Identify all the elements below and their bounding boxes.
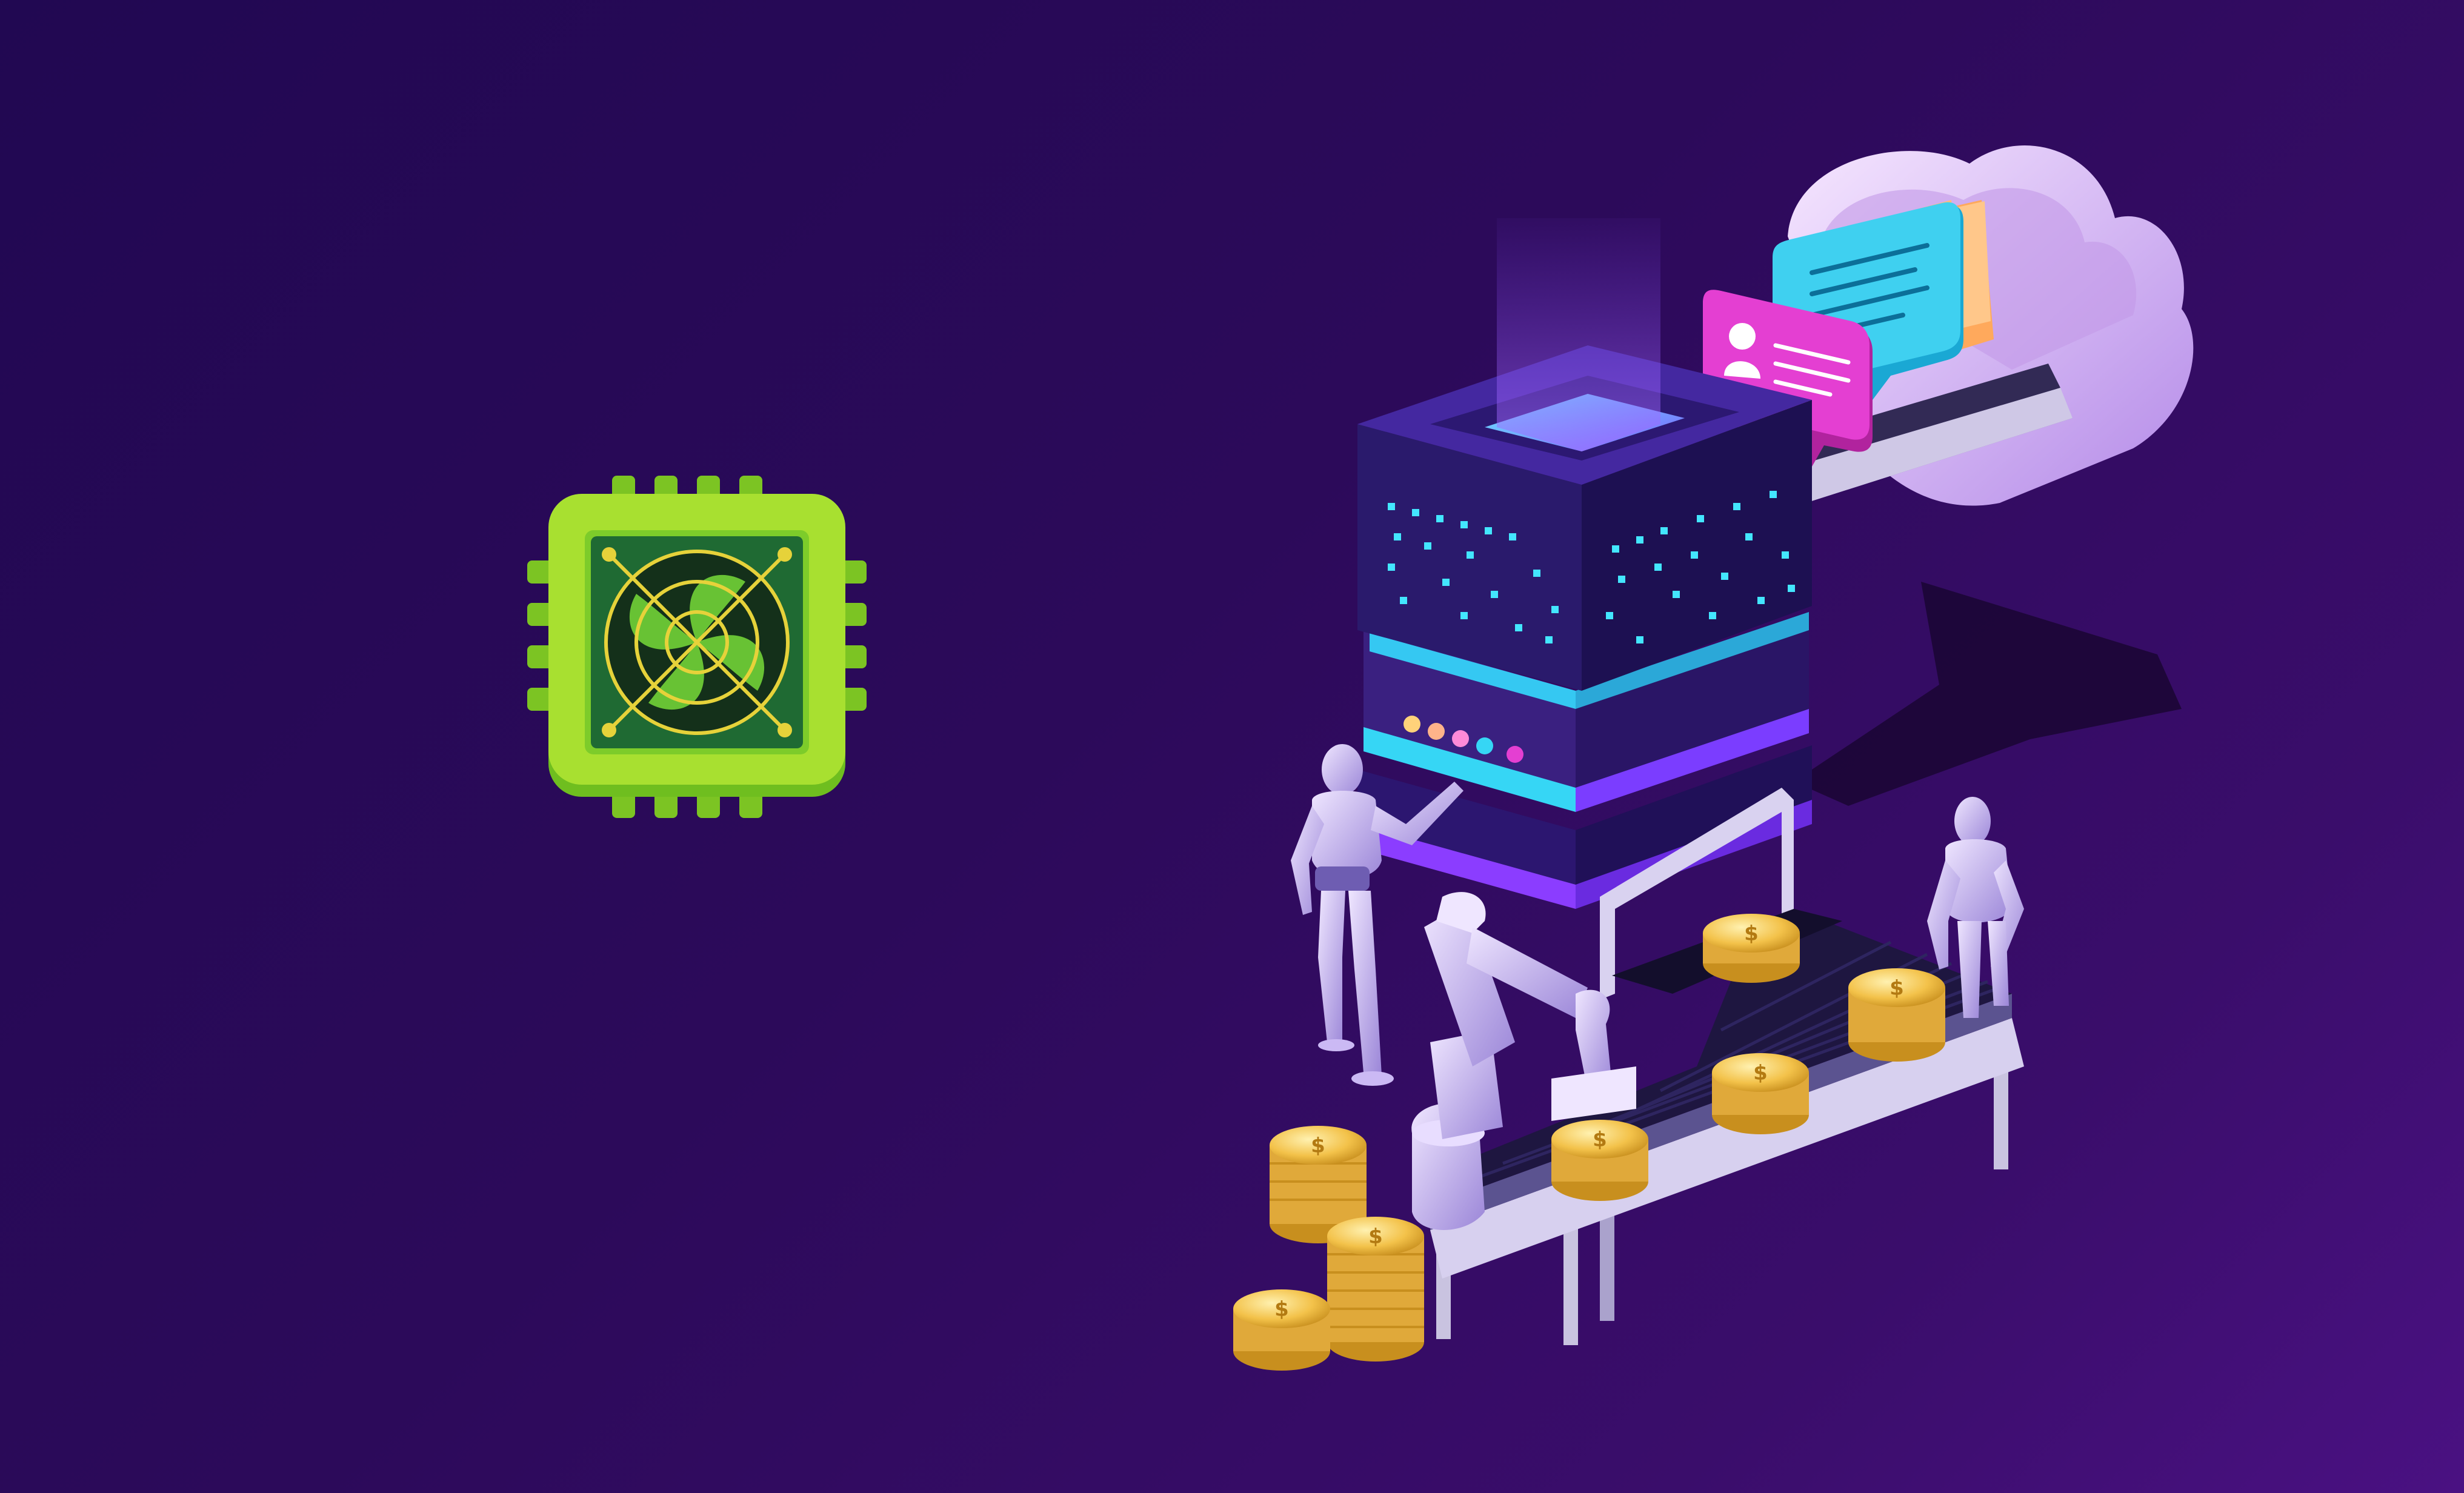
svg-text:$: $ bbox=[1368, 1225, 1383, 1249]
coin-stack-floor-2: $ bbox=[1327, 1217, 1424, 1362]
coin-stack-belt-4: $ bbox=[1551, 1120, 1648, 1201]
coin-stack-belt-2: $ bbox=[1848, 968, 1945, 1062]
svg-text:$: $ bbox=[1593, 1128, 1607, 1152]
cpu-chip-fan-icon bbox=[527, 476, 867, 818]
tower-shadow bbox=[1794, 582, 2182, 806]
illustration-canvas: $ $ $ $ $ $ $ bbox=[0, 0, 2464, 1493]
coin-stack-floor-3: $ bbox=[1233, 1289, 1330, 1371]
svg-text:$: $ bbox=[1274, 1297, 1289, 1322]
svg-text:$: $ bbox=[1744, 922, 1759, 946]
svg-text:$: $ bbox=[1311, 1134, 1325, 1158]
svg-text:$: $ bbox=[1890, 976, 1904, 1000]
coin-stack-belt-3: $ bbox=[1712, 1053, 1809, 1134]
coin-stack-belt-1: $ bbox=[1703, 914, 1800, 983]
svg-text:$: $ bbox=[1753, 1061, 1768, 1085]
